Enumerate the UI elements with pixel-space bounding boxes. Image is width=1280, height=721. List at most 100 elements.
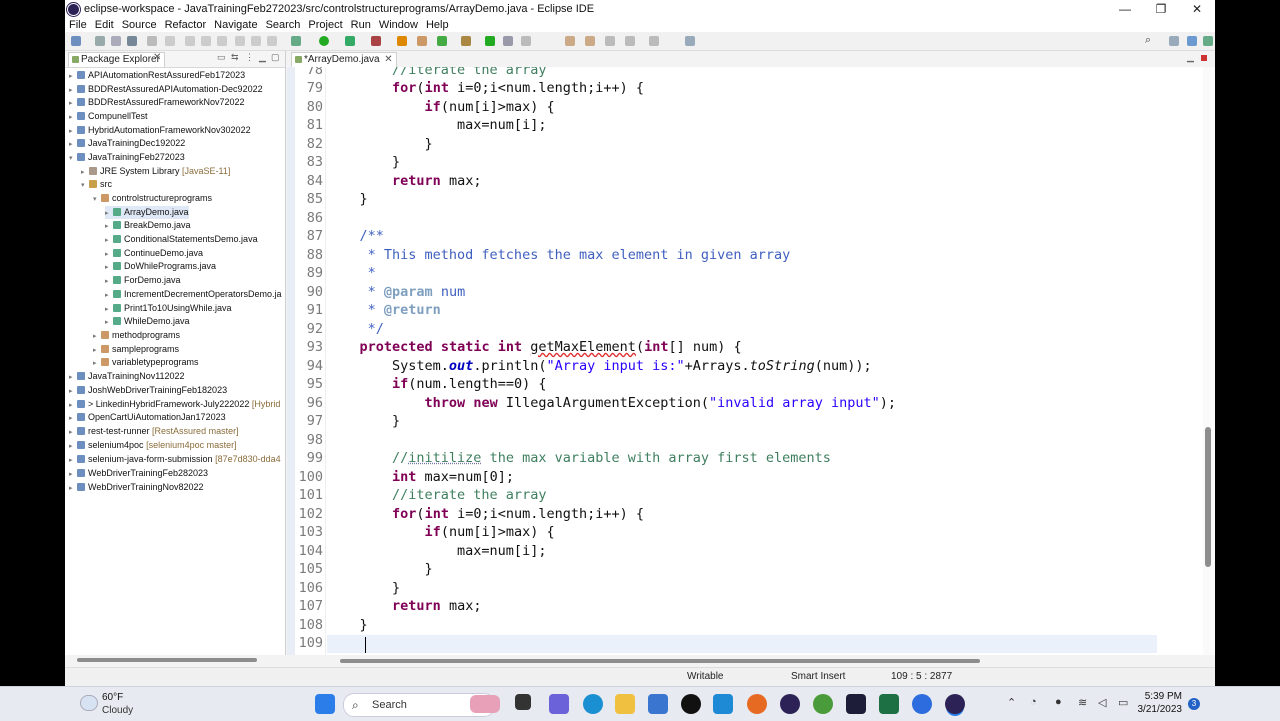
expand-arrow-icon[interactable]: ▸ [69, 412, 77, 425]
wifi-icon[interactable]: ≋ [1078, 696, 1087, 709]
package-explorer-hscroll[interactable] [77, 658, 257, 662]
expand-arrow-icon[interactable]: ▸ [69, 426, 77, 439]
excel-icon[interactable] [879, 694, 899, 714]
print-icon[interactable] [127, 36, 137, 46]
expand-arrow-icon[interactable]: ▸ [105, 289, 113, 302]
expand-arrow-icon[interactable]: ▸ [105, 261, 113, 274]
new-java-project-icon[interactable] [397, 36, 407, 46]
weather-widget[interactable]: 60°F Cloudy [80, 691, 150, 717]
new-class-icon[interactable] [437, 36, 447, 46]
tree-file[interactable]: ▸ WhileDemo.java [105, 315, 190, 328]
menu-help[interactable]: Help [426, 19, 449, 31]
expand-arrow-icon[interactable]: ▸ [69, 440, 77, 453]
tree-file[interactable]: ▸ ForDemo.java [105, 274, 181, 287]
tree-project[interactable]: ▸ rest-test-runner [RestAssured master] [69, 425, 239, 438]
menu-file[interactable]: File [69, 19, 87, 31]
debug-icon[interactable] [291, 36, 301, 46]
editor-tab-close-icon[interactable]: ✕ [384, 53, 392, 67]
expand-arrow-icon[interactable]: ▸ [93, 330, 101, 343]
show-whitespace-icon[interactable] [521, 36, 531, 46]
menu-refactor[interactable]: Refactor [165, 19, 207, 31]
menu-window[interactable]: Window [379, 19, 418, 31]
collapse-arrow-icon[interactable]: ▾ [93, 193, 101, 206]
tree-package[interactable]: ▾ controlstructureprograms [93, 192, 212, 205]
tree-source-folder[interactable]: ▾ src [81, 178, 112, 191]
expand-arrow-icon[interactable]: ▸ [105, 220, 113, 233]
dell-icon[interactable] [681, 694, 701, 714]
tree-file[interactable]: ▸ BreakDemo.java [105, 219, 191, 232]
tree-project[interactable]: ▸ HybridAutomationFrameworkNov302022 [69, 124, 251, 137]
toggle-word-wrap-icon[interactable] [503, 36, 513, 46]
maximize-editor-icon[interactable] [1201, 55, 1207, 61]
store-icon[interactable] [648, 694, 668, 714]
tree-file[interactable]: ▸ ContinueDemo.java [105, 247, 203, 260]
expand-arrow-icon[interactable]: ▸ [105, 275, 113, 288]
tree-package[interactable]: ▸ methodprograms [93, 329, 180, 342]
expand-arrow-icon[interactable]: ▸ [69, 371, 77, 384]
save-all-icon[interactable] [111, 36, 121, 46]
save-icon[interactable] [95, 36, 105, 46]
collapse-arrow-icon[interactable]: ▾ [69, 152, 77, 165]
package-explorer-close-icon[interactable]: ✕ [153, 52, 161, 63]
java-perspective-icon[interactable] [1187, 36, 1197, 46]
tree-project-expanded[interactable]: ▾ JavaTrainingFeb272023 [69, 151, 185, 164]
maximize-view-icon[interactable]: ▢ [271, 53, 280, 62]
debug-perspective-icon[interactable] [1203, 36, 1213, 46]
expand-arrow-icon[interactable]: ▸ [69, 97, 77, 110]
skip-breakpoints-icon[interactable] [165, 36, 175, 46]
suspend-icon[interactable] [201, 36, 211, 46]
volume-icon[interactable]: ◁ [1098, 696, 1106, 709]
tree-project[interactable]: ▸ WebDriverTrainingNov82022 [69, 481, 204, 494]
toggle-mark-occurrences-icon[interactable] [485, 36, 495, 46]
link-editor-icon[interactable]: ⇆ [231, 53, 240, 62]
tree-library[interactable]: ▸ JRE System Library [JavaSE-11] [81, 165, 230, 178]
coverage-icon[interactable] [345, 36, 355, 46]
tree-project[interactable]: ▸ JavaTrainingNov112022 [69, 370, 185, 383]
menu-source[interactable]: Source [122, 19, 157, 31]
tree-project[interactable]: ▸ selenium-java-form-submission [87e7d830… [69, 453, 281, 466]
start-icon[interactable] [315, 694, 335, 714]
task-view-icon[interactable] [515, 694, 531, 710]
editor-tab-arraydemo[interactable]: *ArrayDemo.java ✕ [291, 52, 397, 67]
chevron-up-icon[interactable]: ⌃ [1007, 696, 1016, 709]
search-icon[interactable]: ⌕ [1145, 34, 1155, 46]
edge-icon[interactable] [583, 694, 603, 714]
menu-search[interactable]: Search [266, 19, 301, 31]
step-return-icon[interactable] [267, 36, 277, 46]
forward-icon[interactable] [649, 36, 659, 46]
minimize-editor-icon[interactable]: ▁ [1187, 53, 1196, 62]
maximize-button[interactable]: ❐ [1143, 0, 1179, 18]
terminal-icon[interactable] [147, 36, 157, 46]
previous-annotation-icon[interactable] [585, 36, 595, 46]
resume-icon[interactable] [185, 36, 195, 46]
menu-project[interactable]: Project [308, 19, 342, 31]
expand-arrow-icon[interactable]: ▸ [69, 454, 77, 467]
step-into-icon[interactable] [235, 36, 245, 46]
taskbar-clock[interactable]: 5:39 PM 3/21/2023 [1124, 690, 1183, 716]
tree-file[interactable]: ▸ DoWhilePrograms.java [105, 260, 216, 273]
editor-hscroll[interactable] [340, 659, 980, 663]
menu-edit[interactable]: Edit [95, 19, 114, 31]
network-status-icon[interactable]: ◔ [1030, 696, 1037, 708]
external-tools-icon[interactable] [371, 36, 381, 46]
tree-project[interactable]: ▸ OpenCartUiAutomationJan172023 [69, 411, 226, 424]
close-button[interactable]: ✕ [1179, 0, 1215, 18]
file-explorer-icon[interactable] [615, 694, 635, 714]
expand-arrow-icon[interactable]: ▸ [69, 385, 77, 398]
package-explorer-tab[interactable]: Package Explorer [68, 52, 165, 67]
vscode-icon[interactable] [846, 694, 866, 714]
tree-project[interactable]: ▸ > LinkedinHybridFramework-July222022 [H… [69, 398, 280, 411]
expand-arrow-icon[interactable]: ▸ [105, 234, 113, 247]
menu-navigate[interactable]: Navigate [214, 19, 257, 31]
tree-file[interactable]: ▸ IncrementDecrementOperatorsDemo.ja [105, 288, 282, 301]
new-icon[interactable] [71, 36, 81, 46]
expand-arrow-icon[interactable]: ▸ [69, 138, 77, 151]
editor-vscroll[interactable] [1203, 67, 1215, 655]
expand-arrow-icon[interactable]: ▸ [69, 468, 77, 481]
menu-run[interactable]: Run [351, 19, 371, 31]
tree-package[interactable]: ▸ sampleprograms [93, 343, 179, 356]
next-annotation-icon[interactable] [565, 36, 575, 46]
expand-arrow-icon[interactable]: ▸ [93, 357, 101, 370]
expand-arrow-icon[interactable]: ▸ [69, 70, 77, 83]
expand-arrow-icon[interactable]: ▸ [69, 111, 77, 124]
